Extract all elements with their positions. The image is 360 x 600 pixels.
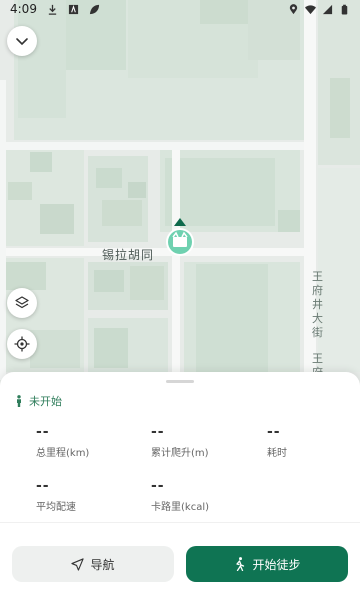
locate-button[interactable] bbox=[7, 329, 37, 359]
panel-divider bbox=[0, 522, 360, 523]
stat-pace-label: 平均配速 bbox=[36, 502, 76, 513]
battery-icon bbox=[339, 4, 350, 15]
stat-distance: -- 总里程(km) bbox=[36, 424, 89, 459]
location-icon bbox=[288, 3, 299, 15]
layers-icon bbox=[15, 296, 29, 309]
panel-grabber[interactable] bbox=[166, 380, 194, 383]
hike-status: 未开始 bbox=[14, 393, 62, 409]
app-icon bbox=[68, 4, 79, 15]
navigate-button-label: 导航 bbox=[90, 557, 115, 572]
person-icon bbox=[17, 395, 21, 407]
signal-icon bbox=[322, 4, 333, 15]
stat-distance-label: 总里程(km) bbox=[36, 448, 90, 459]
navigate-button[interactable]: 导航 bbox=[12, 546, 174, 582]
location-marker-icon bbox=[166, 218, 194, 256]
stat-pace-value: -- bbox=[36, 478, 50, 494]
status-bar: 4:09 bbox=[0, 0, 360, 18]
user-location-marker bbox=[164, 218, 196, 258]
stat-pace: -- 平均配速 bbox=[36, 478, 76, 513]
stat-calories-value: -- bbox=[151, 478, 165, 494]
leaf-icon bbox=[89, 4, 100, 15]
chevron-down-icon bbox=[16, 38, 28, 46]
stat-duration-value: -- bbox=[267, 424, 281, 440]
collapse-button[interactable] bbox=[7, 26, 37, 56]
stat-calories-label: 卡路里(kcal) bbox=[151, 502, 209, 513]
wifi-icon bbox=[305, 4, 316, 15]
stat-elevation-value: -- bbox=[151, 424, 165, 440]
layers-button[interactable] bbox=[7, 288, 37, 318]
walking-icon bbox=[236, 557, 245, 571]
stat-distance-value: -- bbox=[36, 424, 50, 440]
stat-elevation-label: 累计爬升(m) bbox=[151, 448, 209, 459]
download-icon bbox=[47, 4, 58, 15]
stat-duration-label: 耗时 bbox=[267, 448, 287, 459]
status-time: 4:09 bbox=[10, 2, 37, 16]
crosshair-icon bbox=[14, 336, 30, 352]
start-hike-button-label: 开始徒步 bbox=[252, 557, 301, 572]
stat-elevation: -- 累计爬升(m) bbox=[151, 424, 209, 459]
street-label: 锡拉胡同 bbox=[102, 248, 155, 262]
hike-panel: 未开始 -- 总里程(km) -- 累计爬升(m) -- 耗时 -- 平均配速 … bbox=[0, 372, 360, 600]
hike-status-text: 未开始 bbox=[29, 395, 62, 408]
start-hike-button[interactable]: 开始徒步 bbox=[186, 546, 348, 582]
side-street-label: 王府井大街 bbox=[312, 270, 323, 339]
stat-duration: -- 耗时 bbox=[267, 424, 287, 459]
stat-calories: -- 卡路里(kcal) bbox=[151, 478, 209, 513]
navigation-arrow-icon bbox=[71, 557, 85, 571]
